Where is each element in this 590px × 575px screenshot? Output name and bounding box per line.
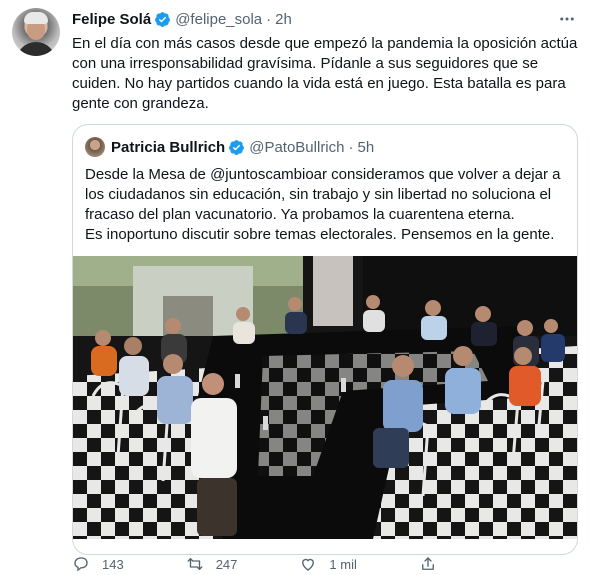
tweet-timestamp[interactable]: 2h bbox=[275, 11, 292, 28]
reply-icon bbox=[74, 557, 88, 572]
like-count: 1 mil bbox=[329, 556, 357, 572]
author-name[interactable]: Felipe Solá bbox=[72, 11, 151, 28]
quoted-tweet-line: fracaso del plan vacunatorio. Ya probamo… bbox=[85, 206, 515, 223]
meeting-photo[interactable] bbox=[73, 256, 577, 539]
like-icon bbox=[302, 558, 315, 571]
author-handle[interactable]: @felipe_sola bbox=[175, 11, 262, 28]
quoted-author-handle[interactable]: @PatoBullrich bbox=[249, 139, 344, 156]
separator-dot: · bbox=[348, 138, 354, 156]
meeting-photo-illustration bbox=[73, 256, 577, 539]
more-options-icon[interactable] bbox=[558, 10, 576, 28]
share-icon bbox=[421, 557, 434, 570]
author-avatar[interactable] bbox=[12, 8, 60, 56]
quoted-tweet[interactable]: Patricia Bullrich @PatoBullrich · 5h Des… bbox=[72, 124, 578, 555]
share-button[interactable] bbox=[419, 555, 449, 573]
tweet-header: Felipe Solá @felipe_sola · 2h bbox=[72, 9, 292, 29]
verified-badge-icon bbox=[155, 11, 171, 27]
tweet-card[interactable]: Felipe Solá @felipe_sola · 2h En el día … bbox=[0, 0, 590, 575]
quoted-tweet-timestamp[interactable]: 5h bbox=[358, 139, 375, 156]
retweet-button[interactable]: 247 bbox=[186, 555, 238, 573]
tweet-actions: 143 247 1 mil bbox=[72, 553, 578, 575]
quoted-author-name[interactable]: Patricia Bullrich bbox=[111, 139, 225, 156]
quoted-tweet-header: Patricia Bullrich @PatoBullrich · 5h bbox=[85, 137, 374, 157]
separator-dot: · bbox=[266, 10, 272, 28]
tweet-text: En el día con más casos desde que empezó… bbox=[72, 35, 578, 112]
retweet-count: 247 bbox=[215, 556, 238, 572]
reply-button[interactable]: 143 bbox=[72, 555, 124, 573]
like-button[interactable]: 1 mil bbox=[299, 555, 357, 573]
reply-count: 143 bbox=[102, 556, 124, 572]
quoted-tweet-line: Es inoportuno discutir sobre temas elect… bbox=[85, 226, 555, 243]
quoted-author-avatar[interactable] bbox=[85, 137, 105, 157]
verified-badge-icon bbox=[229, 139, 245, 155]
retweet-icon bbox=[187, 558, 203, 570]
quoted-tweet-line: Desde la Mesa de @juntoscambioar conside… bbox=[85, 166, 561, 183]
quoted-tweet-line: los ciudadanos sin educación, sin trabaj… bbox=[85, 186, 552, 203]
quoted-tweet-text: Desde la Mesa de @juntoscambioar conside… bbox=[85, 165, 567, 245]
